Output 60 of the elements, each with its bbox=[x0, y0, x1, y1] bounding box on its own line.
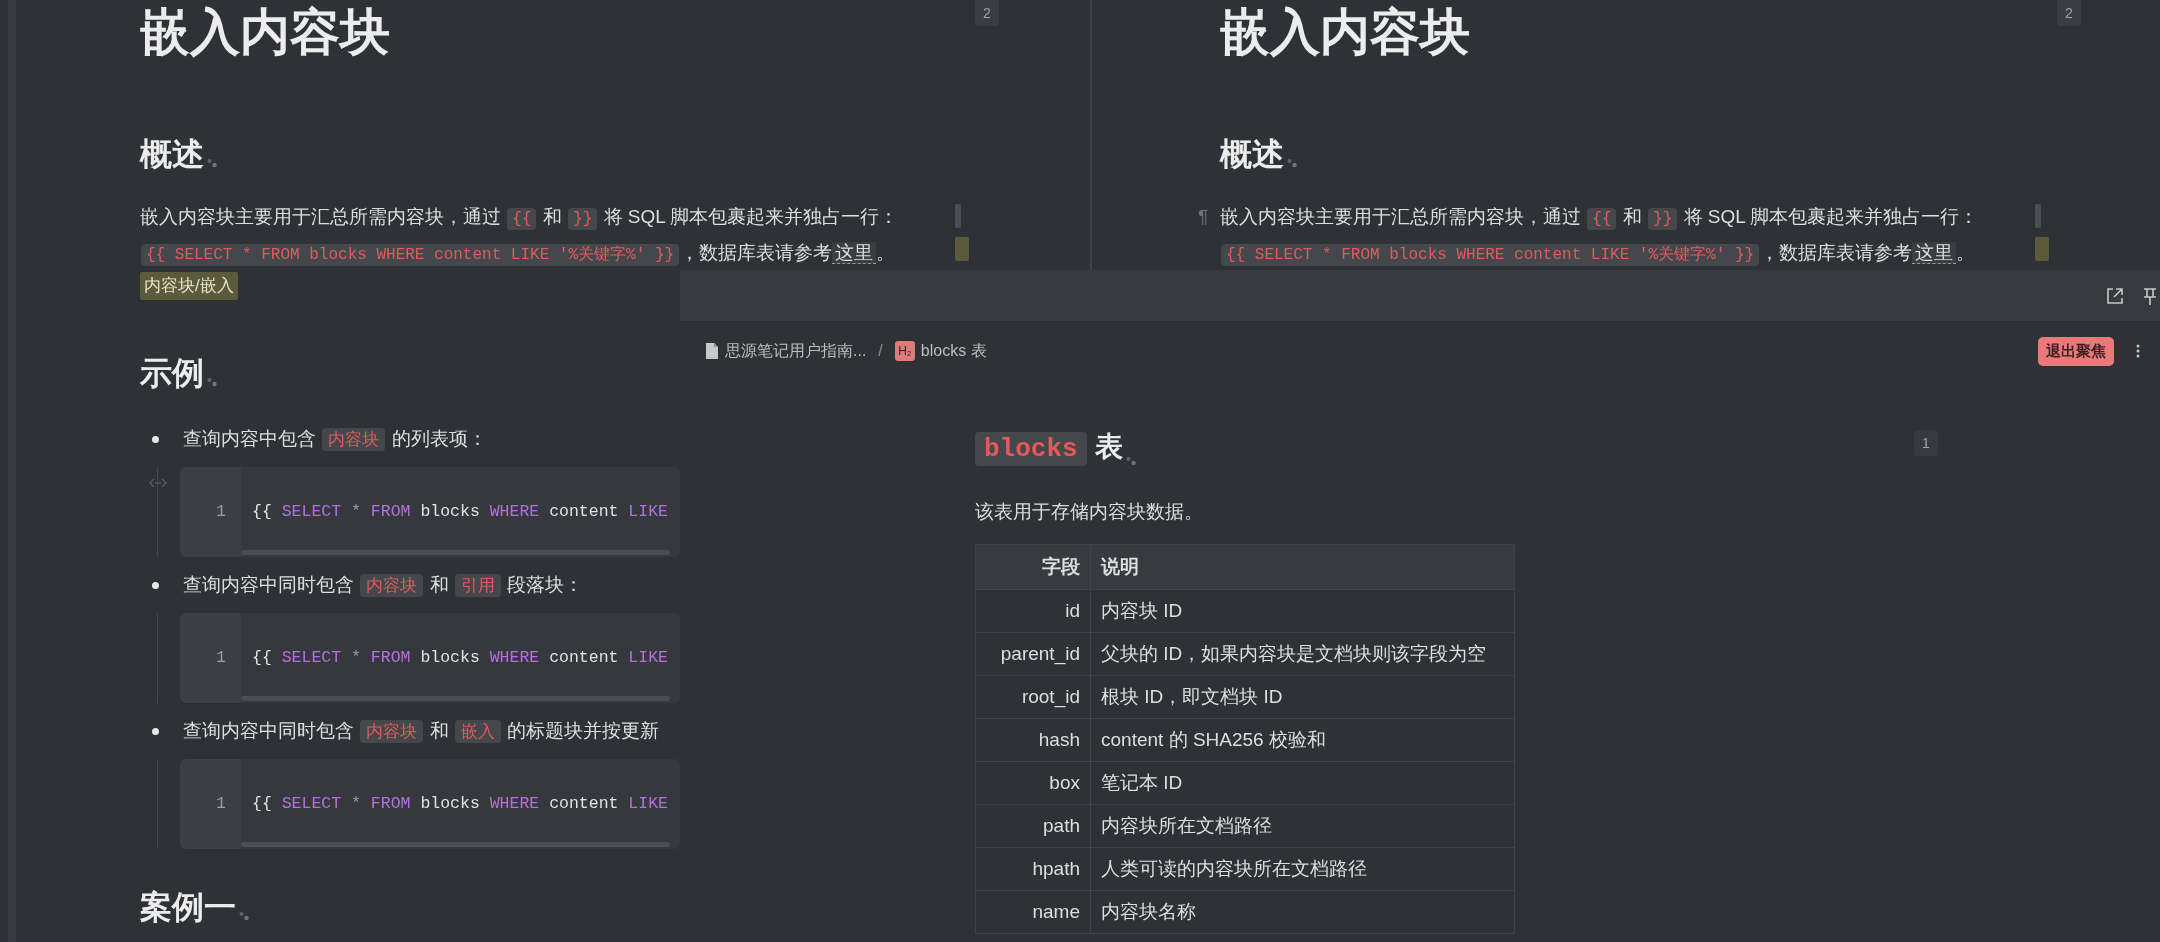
document-title: 嵌入内容块 bbox=[1220, 3, 1470, 62]
table-header-cell: 说明 bbox=[1090, 544, 1515, 590]
block-marker bbox=[955, 237, 969, 261]
table-cell: parent_id bbox=[975, 632, 1091, 676]
document-icon bbox=[705, 342, 719, 360]
table-cell: name bbox=[975, 890, 1091, 934]
table-cell: 笔记本 ID bbox=[1090, 761, 1515, 805]
bullet-icon bbox=[152, 581, 159, 589]
block-ref-link[interactable]: 这里 bbox=[1912, 242, 1957, 264]
section-heading: 示例 bbox=[140, 354, 204, 393]
page-number: 2 bbox=[2057, 0, 2081, 26]
paragraph: 嵌入内容块主要用于汇总所需内容块，通过 {{ 和 }} 将 SQL 脚本包裹起来并独占一行： {{ SELECT * FROM blocks WHERE content LIKE '%关键字%' }} ，数据库表请参考 这里。 bbox=[140, 205, 900, 268]
bullet-icon bbox=[152, 727, 159, 735]
pin-icon[interactable] bbox=[2143, 285, 2157, 306]
breadcrumb-link[interactable]: 思源笔记用户指南... bbox=[725, 340, 867, 362]
section-heading: 概述 bbox=[1220, 135, 1284, 174]
paragraph-mark: ¶ bbox=[1198, 205, 1209, 229]
section-heading: 概述 bbox=[140, 135, 204, 174]
breadcrumb-link[interactable]: blocks 表 bbox=[920, 340, 987, 362]
line-number: 1 bbox=[216, 793, 226, 815]
list-item-text: 查询内容中同时包含 内容块 和 引用 段落块： bbox=[183, 573, 584, 598]
list-item-text: 查询内容中同时包含 内容块 和 嵌入 的标题块并按更新 bbox=[183, 719, 660, 744]
paragraph: 嵌入内容块主要用于汇总所需内容块，通过 {{ 和 }} 将 SQL 脚本包裹起来并独占一行： {{ SELECT * FROM blocks WHERE content LIKE '%关键字%' }} ，数据库表请参考 这里。 bbox=[1220, 205, 1980, 268]
table-cell: 父块的 ID，如果内容块是文档块则该字段为空 bbox=[1090, 632, 1515, 676]
tag[interactable]: 内容块/嵌入 bbox=[140, 272, 238, 300]
line-number: 1 bbox=[216, 647, 226, 669]
table-cell: box bbox=[975, 761, 1091, 805]
table-cell: 内容块 ID bbox=[1090, 589, 1515, 633]
table-cell: root_id bbox=[975, 675, 1091, 719]
exit-focus-button[interactable]: 退出聚焦 bbox=[2038, 336, 2114, 366]
table-cell: hpath bbox=[975, 847, 1091, 891]
table-cell: 根块 ID，即文档块 ID bbox=[1090, 675, 1515, 719]
line-number: 1 bbox=[216, 501, 226, 523]
page-number: 1 bbox=[1914, 430, 1938, 456]
section-heading: blocks 表 bbox=[975, 419, 1123, 479]
table-cell: 人类可读的内容块所在文档路径 bbox=[1090, 847, 1515, 891]
bullet-icon bbox=[152, 435, 159, 443]
list-item-text: 查询内容中包含 内容块 的列表项： bbox=[183, 427, 487, 452]
section-heading: 案例一 bbox=[140, 888, 236, 927]
table-cell: hash bbox=[975, 718, 1091, 762]
block-marker bbox=[2035, 204, 2041, 228]
code-line: {{ SELECT * FROM blocks WHERE content LIKE bbox=[252, 647, 668, 669]
table-cell: content 的 SHA256 校验和 bbox=[1090, 718, 1515, 762]
more-icon[interactable] bbox=[2136, 344, 2140, 358]
block-marker bbox=[2035, 237, 2049, 261]
open-window-icon[interactable] bbox=[2105, 285, 2125, 306]
block-ref-link[interactable]: 这里 bbox=[832, 242, 877, 264]
block-marker bbox=[955, 204, 961, 228]
code-line: {{ SELECT * FROM blocks WHERE content LIKE bbox=[252, 501, 668, 523]
table-cell: 内容块所在文档路径 bbox=[1090, 804, 1515, 848]
code-line: {{ SELECT * FROM blocks WHERE content LIKE bbox=[252, 793, 668, 815]
table-cell: id bbox=[975, 589, 1091, 633]
heading-icon: H₂ bbox=[894, 341, 915, 361]
paragraph: 该表用于存储内容块数据。 bbox=[975, 500, 1204, 524]
document-title: 嵌入内容块 bbox=[140, 3, 390, 62]
table-cell: path bbox=[975, 804, 1091, 848]
breadcrumb-separator: / bbox=[878, 342, 883, 360]
table-header-cell: 字段 bbox=[975, 544, 1091, 590]
page-number: 2 bbox=[975, 0, 999, 26]
table-cell: 内容块名称 bbox=[1090, 890, 1515, 934]
